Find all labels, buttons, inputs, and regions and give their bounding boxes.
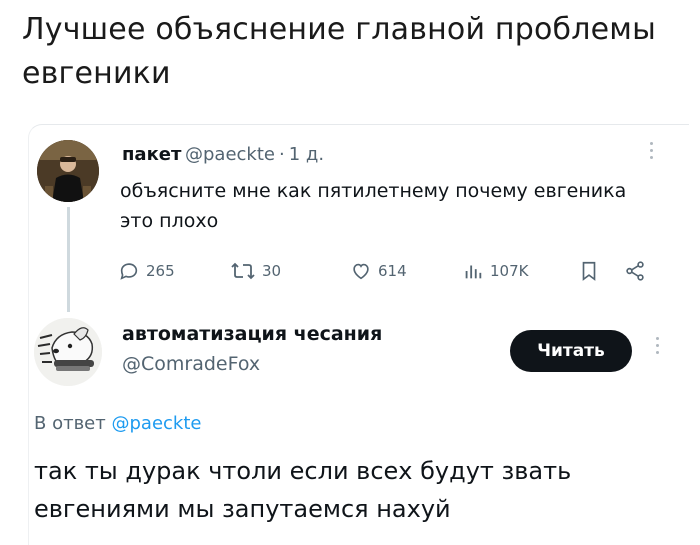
follow-button[interactable]: Читать [510, 330, 632, 372]
reply-prefix: В ответ [34, 413, 106, 434]
views-icon [465, 265, 482, 279]
tweet2-display-name[interactable]: автоматизация чесания [122, 323, 382, 345]
tweet1-separator: · [278, 144, 285, 165]
post-headline: Лучшее объяснение главной проблемы евген… [22, 12, 656, 91]
tweet2-more-icon[interactable] [656, 337, 662, 354]
bookmark-icon [582, 261, 596, 281]
tweet1-more-icon[interactable] [650, 142, 656, 159]
views-button[interactable]: 107K [462, 256, 528, 286]
avatar-comradefox[interactable] [34, 318, 102, 386]
reply-context: В ответ @paeckte [34, 413, 201, 434]
like-icon [353, 263, 369, 280]
views-count: 107K [490, 262, 529, 280]
tweet2-handle[interactable]: @ComradeFox [122, 353, 260, 375]
like-button[interactable]: 614 [350, 256, 407, 286]
reply-button[interactable]: 265 [118, 256, 175, 286]
tweet1-action-bar: 265 30 614 107K [118, 256, 658, 286]
tweet1-time[interactable]: 1 д. [289, 144, 324, 165]
thread-connector-line [67, 207, 70, 312]
share-icon [626, 261, 644, 281]
like-count: 614 [378, 262, 407, 280]
reply-count: 265 [146, 262, 175, 280]
tweet1-text: объясните мне как пятилетнему почему евг… [120, 180, 627, 232]
bookmark-button[interactable] [578, 256, 600, 286]
tweet1-meta: @paeckte · 1 д. [185, 144, 328, 165]
repost-icon [231, 262, 255, 280]
repost-button[interactable]: 30 [230, 256, 281, 286]
tweet2-text: так ты дурак чтоли если всех будут звать… [34, 457, 572, 523]
share-button[interactable] [624, 256, 646, 286]
reply-icon [120, 263, 138, 280]
repost-count: 30 [262, 262, 282, 280]
tweet1-display-name[interactable]: пакет [122, 144, 181, 165]
avatar-paeckte[interactable] [37, 140, 99, 202]
tweet1-handle[interactable]: @paeckte [185, 144, 275, 165]
reply-mention-link[interactable]: @paeckte [111, 413, 201, 434]
